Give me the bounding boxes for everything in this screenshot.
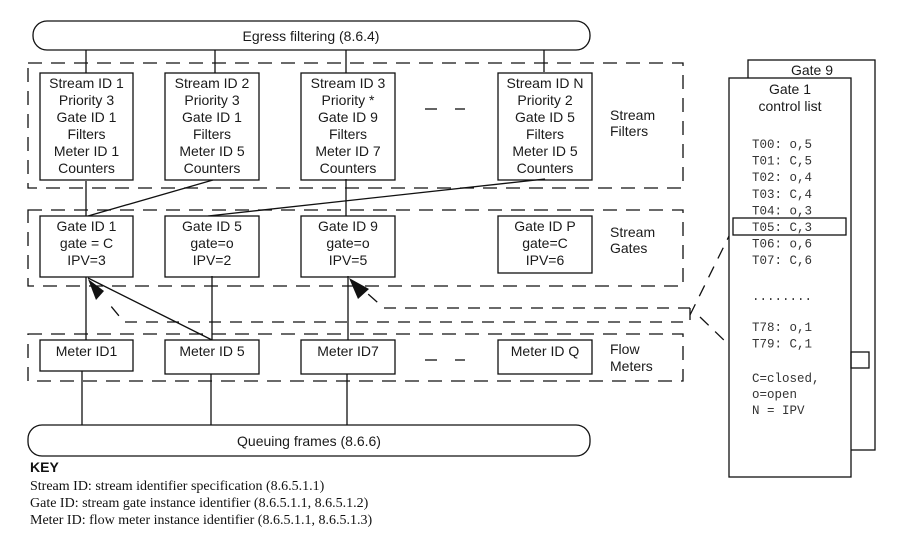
stream-filter-line: Stream ID N	[506, 75, 583, 91]
control-list-entry: T06: o,6	[752, 238, 812, 252]
control-list-entry: T79: C,1	[752, 338, 812, 352]
control-list-entry: T02: o,4	[752, 171, 812, 185]
control-list-legend-line: N = IPV	[752, 404, 805, 418]
stream-filter-line: Meter ID 5	[179, 143, 245, 159]
egress-filtering-label: Egress filtering (8.6.4)	[243, 28, 380, 44]
queuing-frames-block: Queuing frames (8.6.6)	[27, 424, 591, 457]
key-line: Meter ID: flow meter instance identifier…	[30, 513, 372, 528]
control-list-entry: T07: C,6	[752, 254, 812, 268]
stream-filter-line: Meter ID 1	[54, 143, 120, 159]
stream-gate-line: IPV=2	[193, 252, 232, 268]
stream-filter-line: Gate ID 1	[182, 109, 242, 125]
key-section: KEY Stream ID: stream identifier specifi…	[30, 459, 372, 528]
stream-gate-box: Gate ID Pgate=CIPV=6	[497, 215, 593, 274]
stream-gate-line: IPV=3	[67, 252, 106, 268]
control-list-entry: T04: o,3	[752, 204, 812, 218]
stream-filter-line: Filters	[329, 126, 367, 142]
egress-filtering-block: Egress filtering (8.6.4)	[32, 20, 591, 51]
flow-meter-label: Meter ID1	[56, 343, 118, 359]
stream-gate-line: Gate ID P	[514, 218, 575, 234]
stream-filter-line: Counters	[58, 160, 115, 176]
stream-gate-box: Gate ID 9gate=oIPV=5	[300, 215, 396, 278]
stream-filter-line: Stream ID 1	[49, 75, 124, 91]
queuing-frames-label: Queuing frames (8.6.6)	[237, 433, 381, 449]
stream-gate-box: Gate ID 1gate = CIPV=3	[39, 215, 134, 278]
control-list-entry: T00: o,5	[752, 138, 812, 152]
gate9-control-dashed-line	[367, 293, 690, 309]
control-list-entry: T78: o,1	[752, 321, 812, 335]
stream-gate-line: gate=C	[522, 235, 568, 251]
stream-filter-line: Stream ID 3	[311, 75, 386, 91]
stream-filter-line: Filters	[526, 126, 564, 142]
stream-filter-line: Meter ID 7	[315, 143, 381, 159]
key-line: Gate ID: stream gate instance identifier…	[30, 496, 369, 511]
flow-meters-group-label-1: Flow	[610, 341, 640, 357]
flow-meter-label: Meter ID7	[317, 343, 379, 359]
stream-filter-box: Stream ID 3Priority *Gate ID 9FiltersMet…	[300, 72, 396, 181]
gate9-title: Gate 9	[791, 62, 833, 78]
flow-meter-box: Meter ID7	[300, 339, 396, 375]
control-list-link-line	[699, 316, 730, 346]
stream-filter-box: Stream ID NPriority 2Gate ID 5FiltersMet…	[497, 72, 593, 181]
stream-filter-line: Gate ID 5	[515, 109, 575, 125]
stream-filter-line: Gate ID 9	[318, 109, 378, 125]
stream-gate-line: gate=o	[190, 235, 233, 251]
stream-gate-line: gate = C	[60, 235, 113, 251]
flow-meter-box: Meter ID Q	[497, 339, 593, 375]
stream-filter-line: Priority 2	[517, 92, 572, 108]
stream-filters-group-label-2: Filters	[610, 123, 648, 139]
stream-gate-line: Gate ID 9	[318, 218, 378, 234]
stream-filter-line: Counters	[184, 160, 241, 176]
flow-meters-group-label-2: Meters	[610, 358, 653, 374]
stream-gate-line: IPV=5	[329, 252, 368, 268]
stream-gates-group-label-1: Stream	[610, 224, 655, 240]
control-list-ellipsis: ........	[752, 290, 812, 304]
control-list-entry: T03: C,4	[752, 188, 812, 202]
stream-gate-line: Gate ID 1	[57, 218, 117, 234]
key-title: KEY	[30, 459, 59, 475]
stream-filter-box: Stream ID 1Priority 3Gate ID 1FiltersMet…	[39, 72, 134, 181]
connector	[87, 277, 213, 341]
control-list-link-line	[689, 227, 734, 316]
stream-filter-box: Stream ID 2Priority 3Gate ID 1FiltersMet…	[164, 72, 260, 181]
flow-meter-box: Meter ID1	[39, 339, 134, 372]
stream-gating-diagram: Egress filtering (8.6.4) Stream Filters …	[27, 20, 876, 528]
control-list-entry: T05: C,3	[752, 221, 812, 235]
key-line: Stream ID: stream identifier specificati…	[30, 479, 325, 494]
stream-filter-line: Counters	[517, 160, 574, 176]
gate9-arrowhead-icon	[349, 278, 369, 299]
stream-filter-line: Priority *	[322, 92, 375, 108]
stream-filters-group-label-1: Stream	[610, 107, 655, 123]
stream-gate-box: Gate ID 5gate=oIPV=2	[164, 215, 260, 278]
flow-meter-box: Meter ID 5	[164, 339, 260, 375]
stream-gate-line: Gate ID 5	[182, 218, 242, 234]
stream-filter-line: Filters	[67, 126, 105, 142]
stream-filter-line: Counters	[320, 160, 377, 176]
stream-gate-line: gate=o	[326, 235, 369, 251]
stream-filter-line: Meter ID 5	[512, 143, 578, 159]
control-list-legend-line: C=closed,	[752, 372, 820, 386]
gate1-title: Gate 1	[769, 81, 811, 97]
stream-filter-line: Priority 3	[184, 92, 239, 108]
control-list-entry: T01: C,5	[752, 155, 812, 169]
gate1-subtitle: control list	[758, 98, 821, 114]
gate1-control-list-card: Gate 1 control list T00: o,5 T01: C,5 T02:…	[728, 77, 852, 478]
flow-meter-label: Meter ID Q	[511, 343, 580, 359]
control-list-legend-line: o=open	[752, 388, 797, 402]
stream-gates-group-label-2: Gates	[610, 240, 647, 256]
flow-meter-label: Meter ID 5	[179, 343, 245, 359]
stream-filter-line: Gate ID 1	[57, 109, 117, 125]
stream-filter-line: Priority 3	[59, 92, 114, 108]
stream-gate-line: IPV=6	[526, 252, 565, 268]
stream-filter-line: Filters	[193, 126, 231, 142]
stream-filter-line: Stream ID 2	[175, 75, 250, 91]
